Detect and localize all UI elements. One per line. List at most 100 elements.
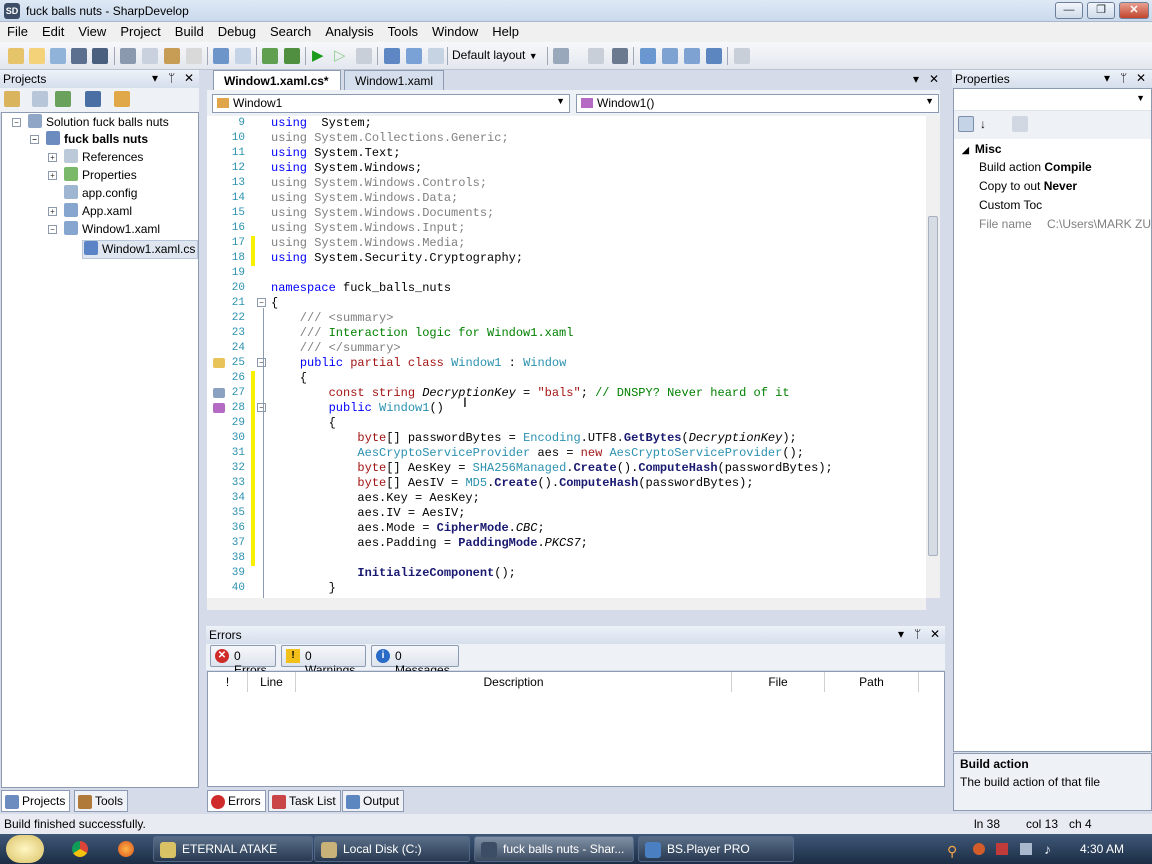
code-line[interactable]: 9 using System; — [207, 116, 927, 131]
undo-icon[interactable] — [213, 48, 229, 64]
minimize-button[interactable]: — — [1055, 2, 1083, 19]
code-line[interactable]: 34 aes.Key = AesKey; — [207, 491, 927, 506]
network-icon[interactable] — [1020, 843, 1032, 855]
bookmark-icon[interactable] — [640, 48, 656, 64]
code-line[interactable]: 29 { — [207, 416, 927, 431]
document-menu-icon[interactable]: ▾ — [913, 72, 919, 86]
expand-icon[interactable]: + — [48, 171, 57, 180]
code-line[interactable]: 36 aes.Mode = CipherMode.CBC; — [207, 521, 927, 536]
close-icon[interactable]: ✕ — [930, 627, 940, 641]
code-line[interactable]: 21 { — [207, 296, 927, 311]
column-header-description[interactable]: Description — [296, 672, 732, 692]
step-out-icon[interactable] — [428, 48, 444, 64]
code-editor[interactable]: 9 using System; 10 using System.Collections… — [207, 116, 940, 598]
close-document-icon[interactable]: ✕ — [929, 72, 939, 86]
cut-icon[interactable] — [120, 48, 136, 64]
chrome-icon[interactable] — [72, 841, 88, 857]
code-line[interactable]: 32 byte[] AesKey = SHA256Managed.Create(… — [207, 461, 927, 476]
close-button[interactable]: ✕ — [1119, 2, 1149, 19]
save-icon[interactable] — [71, 48, 87, 64]
taskbar-item-local-disk[interactable]: Local Disk (C:) — [314, 836, 470, 862]
tab-projects[interactable]: Projects — [1, 790, 71, 812]
menu-window[interactable]: Window — [425, 22, 485, 41]
code-line[interactable]: 15 using System.Windows.Documents; — [207, 206, 927, 221]
maximize-button[interactable]: ❐ — [1087, 2, 1115, 19]
code-line[interactable]: 35 aes.IV = AesIV; — [207, 506, 927, 521]
panel-menu-icon[interactable]: ▾ — [152, 71, 158, 85]
run-without-debug-icon[interactable]: ▷ — [334, 48, 350, 64]
property-row-file-name[interactable]: File name C:\Users\MARK ZU — [979, 215, 1151, 233]
layout-dropdown[interactable]: Default layout ▼ — [452, 48, 538, 62]
code-line[interactable]: 31 AesCryptoServiceProvider aes = new Ae… — [207, 446, 927, 461]
member-combo[interactable]: Window1() ▼ — [576, 94, 939, 113]
code-line[interactable]: 23 /// Interaction logic for Window1.xam… — [207, 326, 927, 341]
run-icon[interactable]: ▶ — [312, 48, 328, 64]
menu-file[interactable]: File — [0, 22, 35, 41]
volume-icon[interactable]: ♪ — [1044, 841, 1051, 857]
code-line[interactable]: 22 /// <summary> — [207, 311, 927, 326]
comment-icon[interactable] — [588, 48, 604, 64]
menu-analysis[interactable]: Analysis — [318, 22, 380, 41]
paste-icon[interactable] — [164, 48, 180, 64]
object-selector[interactable]: ▼ — [954, 89, 1151, 111]
save-all-icon[interactable] — [92, 48, 108, 64]
clear-bookmarks-icon[interactable] — [706, 48, 722, 64]
open-icon[interactable] — [50, 48, 66, 64]
pin-icon[interactable]: ᛘ — [168, 71, 175, 85]
column-header-severity[interactable]: ! — [208, 672, 248, 692]
panel-menu-icon[interactable]: ▾ — [1104, 71, 1110, 85]
taskbar-item-sharpdevelop[interactable]: fuck balls nuts - Shar... — [474, 836, 634, 862]
code-line[interactable]: 37 aes.Padding = PaddingMode.PKCS7; — [207, 536, 927, 551]
tab-task-list[interactable]: Task List — [268, 790, 341, 812]
column-header-file[interactable]: File — [732, 672, 825, 692]
open-folder-icon[interactable] — [114, 91, 130, 107]
menu-debug[interactable]: Debug — [211, 22, 263, 41]
collapse-icon[interactable]: − — [48, 225, 57, 234]
code-line[interactable]: 19 — [207, 266, 927, 281]
code-line[interactable]: 16 using System.Windows.Input; — [207, 221, 927, 236]
collapse-all-icon[interactable] — [32, 91, 48, 107]
action-center-icon[interactable] — [996, 843, 1008, 855]
tab-window1-xaml[interactable]: Window1.xaml — [344, 70, 444, 90]
prev-bookmark-icon[interactable] — [662, 48, 678, 64]
new-project-icon[interactable] — [29, 48, 45, 64]
start-button[interactable] — [6, 835, 44, 863]
code-line[interactable]: 25 public partial class Window1 : Window — [207, 356, 927, 371]
next-bookmark-icon[interactable] — [684, 48, 700, 64]
property-value[interactable]: Never — [1044, 179, 1077, 193]
taskbar-item-eternal-atake[interactable]: ETERNAL ATAKE — [153, 836, 313, 862]
indent-icon[interactable] — [612, 48, 628, 64]
pin-icon[interactable]: ᛘ — [914, 627, 921, 641]
code-line[interactable]: 10 using System.Collections.Generic; — [207, 131, 927, 146]
code-line[interactable]: 13 using System.Windows.Controls; — [207, 176, 927, 191]
code-line[interactable]: 14 using System.Windows.Data; — [207, 191, 927, 206]
menu-project[interactable]: Project — [113, 22, 167, 41]
tab-tools[interactable]: Tools — [74, 790, 129, 812]
refresh-icon[interactable] — [55, 91, 71, 107]
project-options-icon[interactable] — [4, 91, 20, 107]
property-row-copy-to-output[interactable]: Copy to out Never — [979, 177, 1077, 195]
system-clock[interactable]: 4:30 AM — [1080, 842, 1124, 856]
show-all-files-icon[interactable] — [85, 91, 101, 107]
code-line[interactable]: 20 namespace fuck_balls_nuts — [207, 281, 927, 296]
property-row-build-action[interactable]: Build action Compile — [979, 158, 1092, 176]
class-combo[interactable]: Window1 ▼ — [212, 94, 570, 113]
fold-icon[interactable]: − — [257, 403, 266, 412]
code-line[interactable]: 38 — [207, 551, 927, 566]
code-line[interactable]: 18 using System.Security.Cryptography; — [207, 251, 927, 266]
fold-icon[interactable]: − — [257, 358, 266, 367]
menu-edit[interactable]: Edit — [35, 22, 71, 41]
menu-build[interactable]: Build — [168, 22, 211, 41]
delete-icon[interactable] — [186, 48, 202, 64]
sort-alpha-icon[interactable]: ↓ — [980, 116, 996, 132]
fold-icon[interactable]: − — [257, 298, 266, 307]
copy-icon[interactable] — [142, 48, 158, 64]
build-icon[interactable] — [262, 48, 278, 64]
property-value[interactable]: Compile — [1044, 160, 1091, 174]
errors-filter-button[interactable]: ✕ 0 Errors — [210, 645, 276, 677]
property-row-custom-tool[interactable]: Custom Toc — [979, 196, 1042, 214]
stop-icon[interactable] — [356, 48, 372, 64]
search-icon[interactable] — [734, 48, 750, 64]
code-line[interactable]: 30 byte[] passwordBytes = Encoding.UTF8.… — [207, 431, 927, 446]
code-line[interactable]: 24 /// </summary> — [207, 341, 927, 356]
